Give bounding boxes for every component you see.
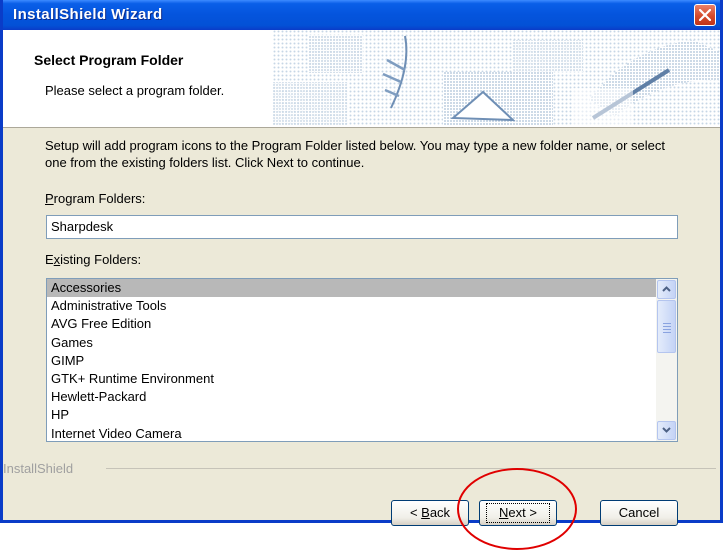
folder-list-item[interactable]: GTK+ Runtime Environment bbox=[47, 370, 656, 388]
scroll-thumb[interactable] bbox=[657, 300, 676, 353]
header-banner-image bbox=[273, 30, 720, 126]
folder-list-item[interactable]: HP bbox=[47, 406, 656, 424]
wizard-header: Select Program Folder Please select a pr… bbox=[3, 30, 720, 128]
highlight-circle-annotation bbox=[457, 468, 577, 550]
folder-list-item[interactable]: Administrative Tools bbox=[47, 297, 656, 315]
folder-list-item[interactable]: Games bbox=[47, 334, 656, 352]
page-title: Select Program Folder bbox=[34, 52, 184, 68]
chevron-down-icon bbox=[662, 427, 671, 433]
chevron-up-icon bbox=[662, 286, 671, 292]
folder-list-item[interactable]: Accessories bbox=[47, 279, 656, 298]
folder-list-item[interactable]: Hewlett-Packard bbox=[47, 388, 656, 406]
list-scrollbar[interactable] bbox=[656, 279, 677, 441]
program-folder-input[interactable]: Sharpdesk bbox=[46, 215, 678, 239]
scroll-up-button[interactable] bbox=[657, 280, 676, 299]
scroll-thumb-grip bbox=[663, 323, 671, 324]
installshield-wizard-window: InstallShield Wizard Select Program Fold… bbox=[0, 0, 723, 526]
folder-list-item[interactable]: AVG Free Edition bbox=[47, 315, 656, 333]
program-folders-label: Program Folders: bbox=[45, 191, 146, 206]
instructions-text: Setup will add program icons to the Prog… bbox=[45, 138, 665, 170]
close-icon bbox=[699, 9, 711, 21]
existing-folders-list[interactable]: Accessories Administrative Tools AVG Free … bbox=[46, 278, 678, 442]
page-subtitle: Please select a program folder. bbox=[45, 83, 225, 98]
footer-divider bbox=[106, 468, 716, 469]
folder-list-item[interactable]: GIMP bbox=[47, 352, 656, 370]
existing-folders-label: Existing Folders: bbox=[45, 252, 142, 267]
window-title: InstallShield Wizard bbox=[13, 6, 163, 23]
scroll-thumb-grip bbox=[663, 326, 671, 327]
cancel-button[interactable]: Cancel bbox=[600, 500, 678, 526]
scroll-thumb-grip bbox=[663, 329, 671, 330]
installshield-brand-label: InstallShield bbox=[3, 461, 74, 476]
close-button[interactable] bbox=[694, 4, 716, 26]
scroll-down-button[interactable] bbox=[657, 421, 676, 440]
title-bar[interactable]: InstallShield Wizard bbox=[3, 0, 720, 30]
folder-list-item[interactable]: Internet Video Camera bbox=[47, 425, 656, 442]
scroll-thumb-grip bbox=[663, 332, 671, 333]
